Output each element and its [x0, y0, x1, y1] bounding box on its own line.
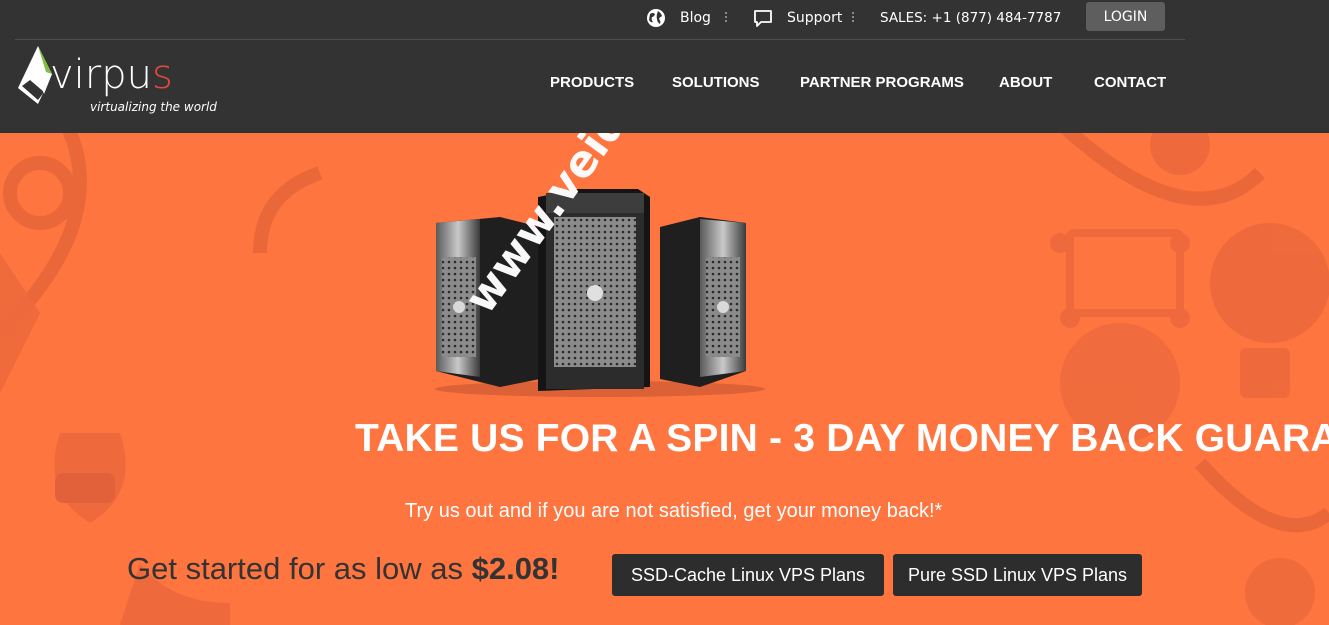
nav-solutions[interactable]: SOLUTIONS [672, 74, 760, 91]
support-link[interactable]: Support [753, 8, 842, 28]
nav-about[interactable]: ABOUT [999, 74, 1052, 91]
nav-partner-programs[interactable]: PARTNER PROGRAMS [800, 74, 964, 91]
hero-banner: TAKE US FOR A SPIN - 3 DAY MONEY BACK GU… [0, 133, 1329, 625]
virpus-logo[interactable]: virpus virtualizing the world [16, 44, 217, 120]
ssd-cache-plans-button[interactable]: SSD-Cache Linux VPS Plans [612, 554, 884, 596]
topbar-divider [851, 10, 855, 26]
price-value: $2.08! [471, 551, 560, 586]
nav-contact[interactable]: CONTACT [1094, 74, 1166, 91]
support-label: Support [787, 10, 843, 26]
globe-icon [647, 9, 665, 27]
hero-headline: TAKE US FOR A SPIN - 3 DAY MONEY BACK GU… [355, 417, 1329, 460]
nav-products[interactable]: PRODUCTS [550, 74, 634, 91]
chat-icon [754, 10, 772, 27]
header-divider [15, 39, 1185, 40]
logo-wordmark: virpus [50, 52, 173, 98]
blog-link[interactable]: Blog [646, 8, 711, 28]
top-bar: Blog Support SALES: +1 (877) 484-7787 LO… [0, 0, 1329, 40]
logo-tagline: virtualizing the world [90, 100, 217, 114]
hero-subline: Try us out and if you are not satisfied,… [405, 500, 943, 522]
topbar-divider [724, 10, 728, 26]
login-button[interactable]: LOGIN [1086, 2, 1165, 31]
site-header: Blog Support SALES: +1 (877) 484-7787 LO… [0, 0, 1329, 133]
blog-label: Blog [680, 10, 711, 26]
sales-phone: SALES: +1 (877) 484-7787 [880, 10, 1062, 26]
price-callout: Get started for as low as $2.08! [127, 551, 560, 586]
pure-ssd-plans-button[interactable]: Pure SSD Linux VPS Plans [893, 554, 1142, 596]
